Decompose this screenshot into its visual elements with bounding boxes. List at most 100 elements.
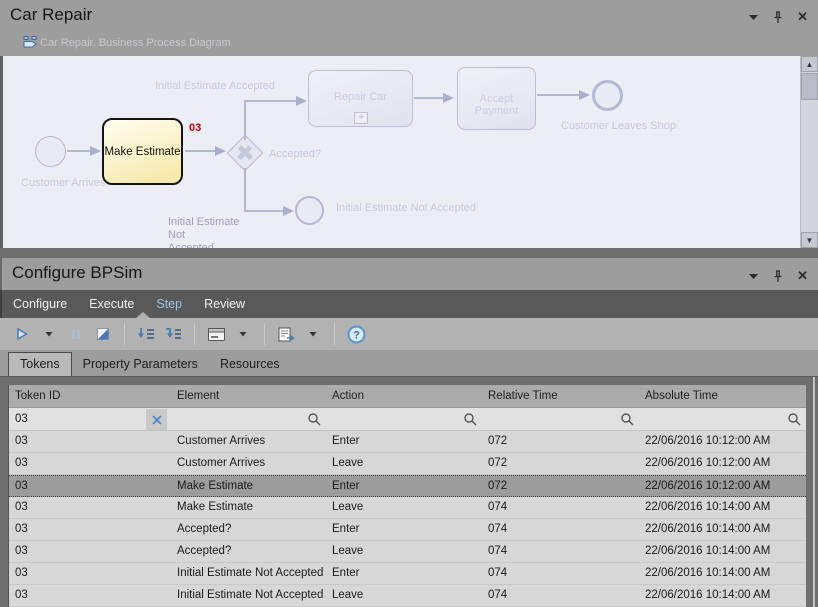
- table-cell[interactable]: 22/06/2016 10:14:00 AM: [639, 563, 806, 584]
- table-row[interactable]: 03Make EstimateLeave07422/06/2016 10:14:…: [9, 497, 806, 519]
- flow-accepted-label: Initial Estimate Accepted: [155, 80, 275, 92]
- task-repair-car[interactable]: Repair Car +: [308, 70, 413, 127]
- table-cell[interactable]: 22/06/2016 10:14:00 AM: [639, 585, 806, 606]
- table-cell[interactable]: Customer Arrives: [171, 453, 326, 474]
- bpmn-diagram-canvas[interactable]: Customer Arrives Make Estimate 03 Accept…: [0, 56, 818, 248]
- table-cell[interactable]: 074: [482, 519, 639, 540]
- table-cell[interactable]: 03: [9, 497, 171, 518]
- panel-menu-chevron-icon[interactable]: [748, 273, 759, 280]
- run-simulation-button[interactable]: [12, 322, 32, 346]
- start-event-node[interactable]: [35, 136, 66, 167]
- pause-button[interactable]: [66, 322, 86, 346]
- pin-icon[interactable]: [773, 11, 783, 24]
- table-cell[interactable]: 22/06/2016 10:14:00 AM: [639, 541, 806, 562]
- table-cell[interactable]: Customer Arrives: [171, 431, 326, 452]
- table-cell[interactable]: 03: [9, 431, 171, 452]
- breadcrumb[interactable]: Car Repair. Business Process Diagram: [0, 30, 818, 56]
- column-header-action[interactable]: Action: [326, 385, 482, 407]
- table-cell[interactable]: Enter: [326, 476, 482, 496]
- scrollbar-thumb[interactable]: [801, 73, 818, 100]
- subprocess-expand-icon[interactable]: +: [354, 112, 368, 124]
- table-row[interactable]: 03Customer ArrivesLeave07222/06/2016 10:…: [9, 453, 806, 475]
- console-options-chevron-icon[interactable]: [233, 322, 253, 346]
- end-event-node[interactable]: [592, 80, 623, 111]
- filter-relative-time-input[interactable]: [482, 408, 639, 430]
- ribbon-tab-review[interactable]: Review: [204, 297, 245, 311]
- filter-token-id-input[interactable]: 03: [9, 408, 171, 430]
- filter-absolute-time-input[interactable]: [639, 408, 806, 430]
- column-header-token-id[interactable]: Token ID: [9, 385, 171, 407]
- panel-menu-chevron-icon[interactable]: [748, 14, 759, 21]
- table-cell[interactable]: 03: [9, 519, 171, 540]
- column-header-absolute-time[interactable]: Absolute Time: [639, 385, 806, 407]
- close-icon[interactable]: ✕: [797, 268, 808, 284]
- table-cell[interactable]: 072: [482, 476, 639, 496]
- table-cell[interactable]: 072: [482, 431, 639, 452]
- column-header-relative-time[interactable]: Relative Time: [482, 385, 639, 407]
- table-cell[interactable]: 22/06/2016 10:14:00 AM: [639, 497, 806, 518]
- task-accept-payment[interactable]: Accept Payment: [457, 67, 536, 130]
- tab-tokens[interactable]: Tokens: [8, 352, 72, 376]
- column-header-element[interactable]: Element: [171, 385, 326, 407]
- tab-property-parameters[interactable]: Property Parameters: [72, 353, 209, 376]
- run-options-chevron-icon[interactable]: [39, 322, 59, 346]
- table-cell[interactable]: Accepted?: [171, 519, 326, 540]
- table-cell[interactable]: 22/06/2016 10:12:00 AM: [639, 431, 806, 452]
- table-cell[interactable]: Accepted?: [171, 541, 326, 562]
- table-row[interactable]: 03Accepted?Enter07422/06/2016 10:14:00 A…: [9, 519, 806, 541]
- table-cell[interactable]: 074: [482, 541, 639, 562]
- filter-action-input[interactable]: [326, 408, 482, 430]
- console-window-button[interactable]: [206, 322, 226, 346]
- step-into-button[interactable]: [136, 322, 156, 346]
- table-cell[interactable]: 074: [482, 585, 639, 606]
- table-cell[interactable]: 074: [482, 563, 639, 584]
- table-cell[interactable]: Leave: [326, 497, 482, 518]
- table-cell[interactable]: Leave: [326, 453, 482, 474]
- table-cell[interactable]: Leave: [326, 585, 482, 606]
- table-cell[interactable]: Make Estimate: [171, 497, 326, 518]
- task-make-estimate[interactable]: Make Estimate: [102, 118, 183, 185]
- table-row[interactable]: 03Customer ArrivesEnter07222/06/2016 10:…: [9, 431, 806, 453]
- arrowhead-icon: [215, 146, 226, 156]
- table-row[interactable]: 03Initial Estimate Not AcceptedLeave0742…: [9, 585, 806, 607]
- table-cell[interactable]: Leave: [326, 541, 482, 562]
- help-button[interactable]: ?: [346, 322, 366, 346]
- panel-splitter[interactable]: [0, 248, 818, 258]
- table-cell[interactable]: Enter: [326, 519, 482, 540]
- table-cell[interactable]: Enter: [326, 431, 482, 452]
- table-cell[interactable]: 074: [482, 497, 639, 518]
- table-cell[interactable]: Make Estimate: [171, 476, 326, 496]
- scroll-up-icon[interactable]: ▲: [801, 56, 818, 72]
- export-options-chevron-icon[interactable]: [303, 322, 323, 346]
- filter-element-input[interactable]: [171, 408, 326, 430]
- stop-button[interactable]: [93, 322, 113, 346]
- table-cell[interactable]: Enter: [326, 563, 482, 584]
- table-row[interactable]: 03Make EstimateEnter07222/06/2016 10:12:…: [9, 475, 806, 497]
- intermediate-event-node[interactable]: [295, 196, 324, 225]
- close-icon[interactable]: ✕: [797, 9, 808, 25]
- table-cell[interactable]: Initial Estimate Not Accepted: [171, 563, 326, 584]
- ribbon-tab-step[interactable]: Step: [156, 297, 182, 311]
- table-cell[interactable]: 22/06/2016 10:14:00 AM: [639, 519, 806, 540]
- table-row[interactable]: 03Accepted?Leave07422/06/2016 10:14:00 A…: [9, 541, 806, 563]
- table-cell[interactable]: 22/06/2016 10:12:00 AM: [639, 453, 806, 474]
- table-cell[interactable]: 03: [9, 585, 171, 606]
- table-cell[interactable]: 03: [9, 563, 171, 584]
- table-cell[interactable]: 22/06/2016 10:12:00 AM: [639, 476, 806, 496]
- scroll-down-icon[interactable]: ▼: [801, 232, 818, 248]
- table-cell[interactable]: 03: [9, 453, 171, 474]
- table-cell[interactable]: 072: [482, 453, 639, 474]
- tab-resources[interactable]: Resources: [209, 353, 291, 376]
- clear-filter-button[interactable]: [146, 409, 167, 430]
- diagram-vertical-scrollbar[interactable]: ▲ ▼: [800, 56, 818, 248]
- export-results-button[interactable]: [276, 322, 296, 346]
- ribbon-tab-configure[interactable]: Configure: [13, 297, 67, 311]
- step-over-button[interactable]: [163, 322, 183, 346]
- exclusive-gateway-node[interactable]: [227, 135, 264, 172]
- table-cell[interactable]: 03: [9, 476, 171, 496]
- ribbon-tab-execute[interactable]: Execute: [89, 297, 134, 311]
- table-cell[interactable]: 03: [9, 541, 171, 562]
- table-cell[interactable]: Initial Estimate Not Accepted: [171, 585, 326, 606]
- table-row[interactable]: 03Initial Estimate Not AcceptedEnter0742…: [9, 563, 806, 585]
- pin-icon[interactable]: [773, 270, 783, 283]
